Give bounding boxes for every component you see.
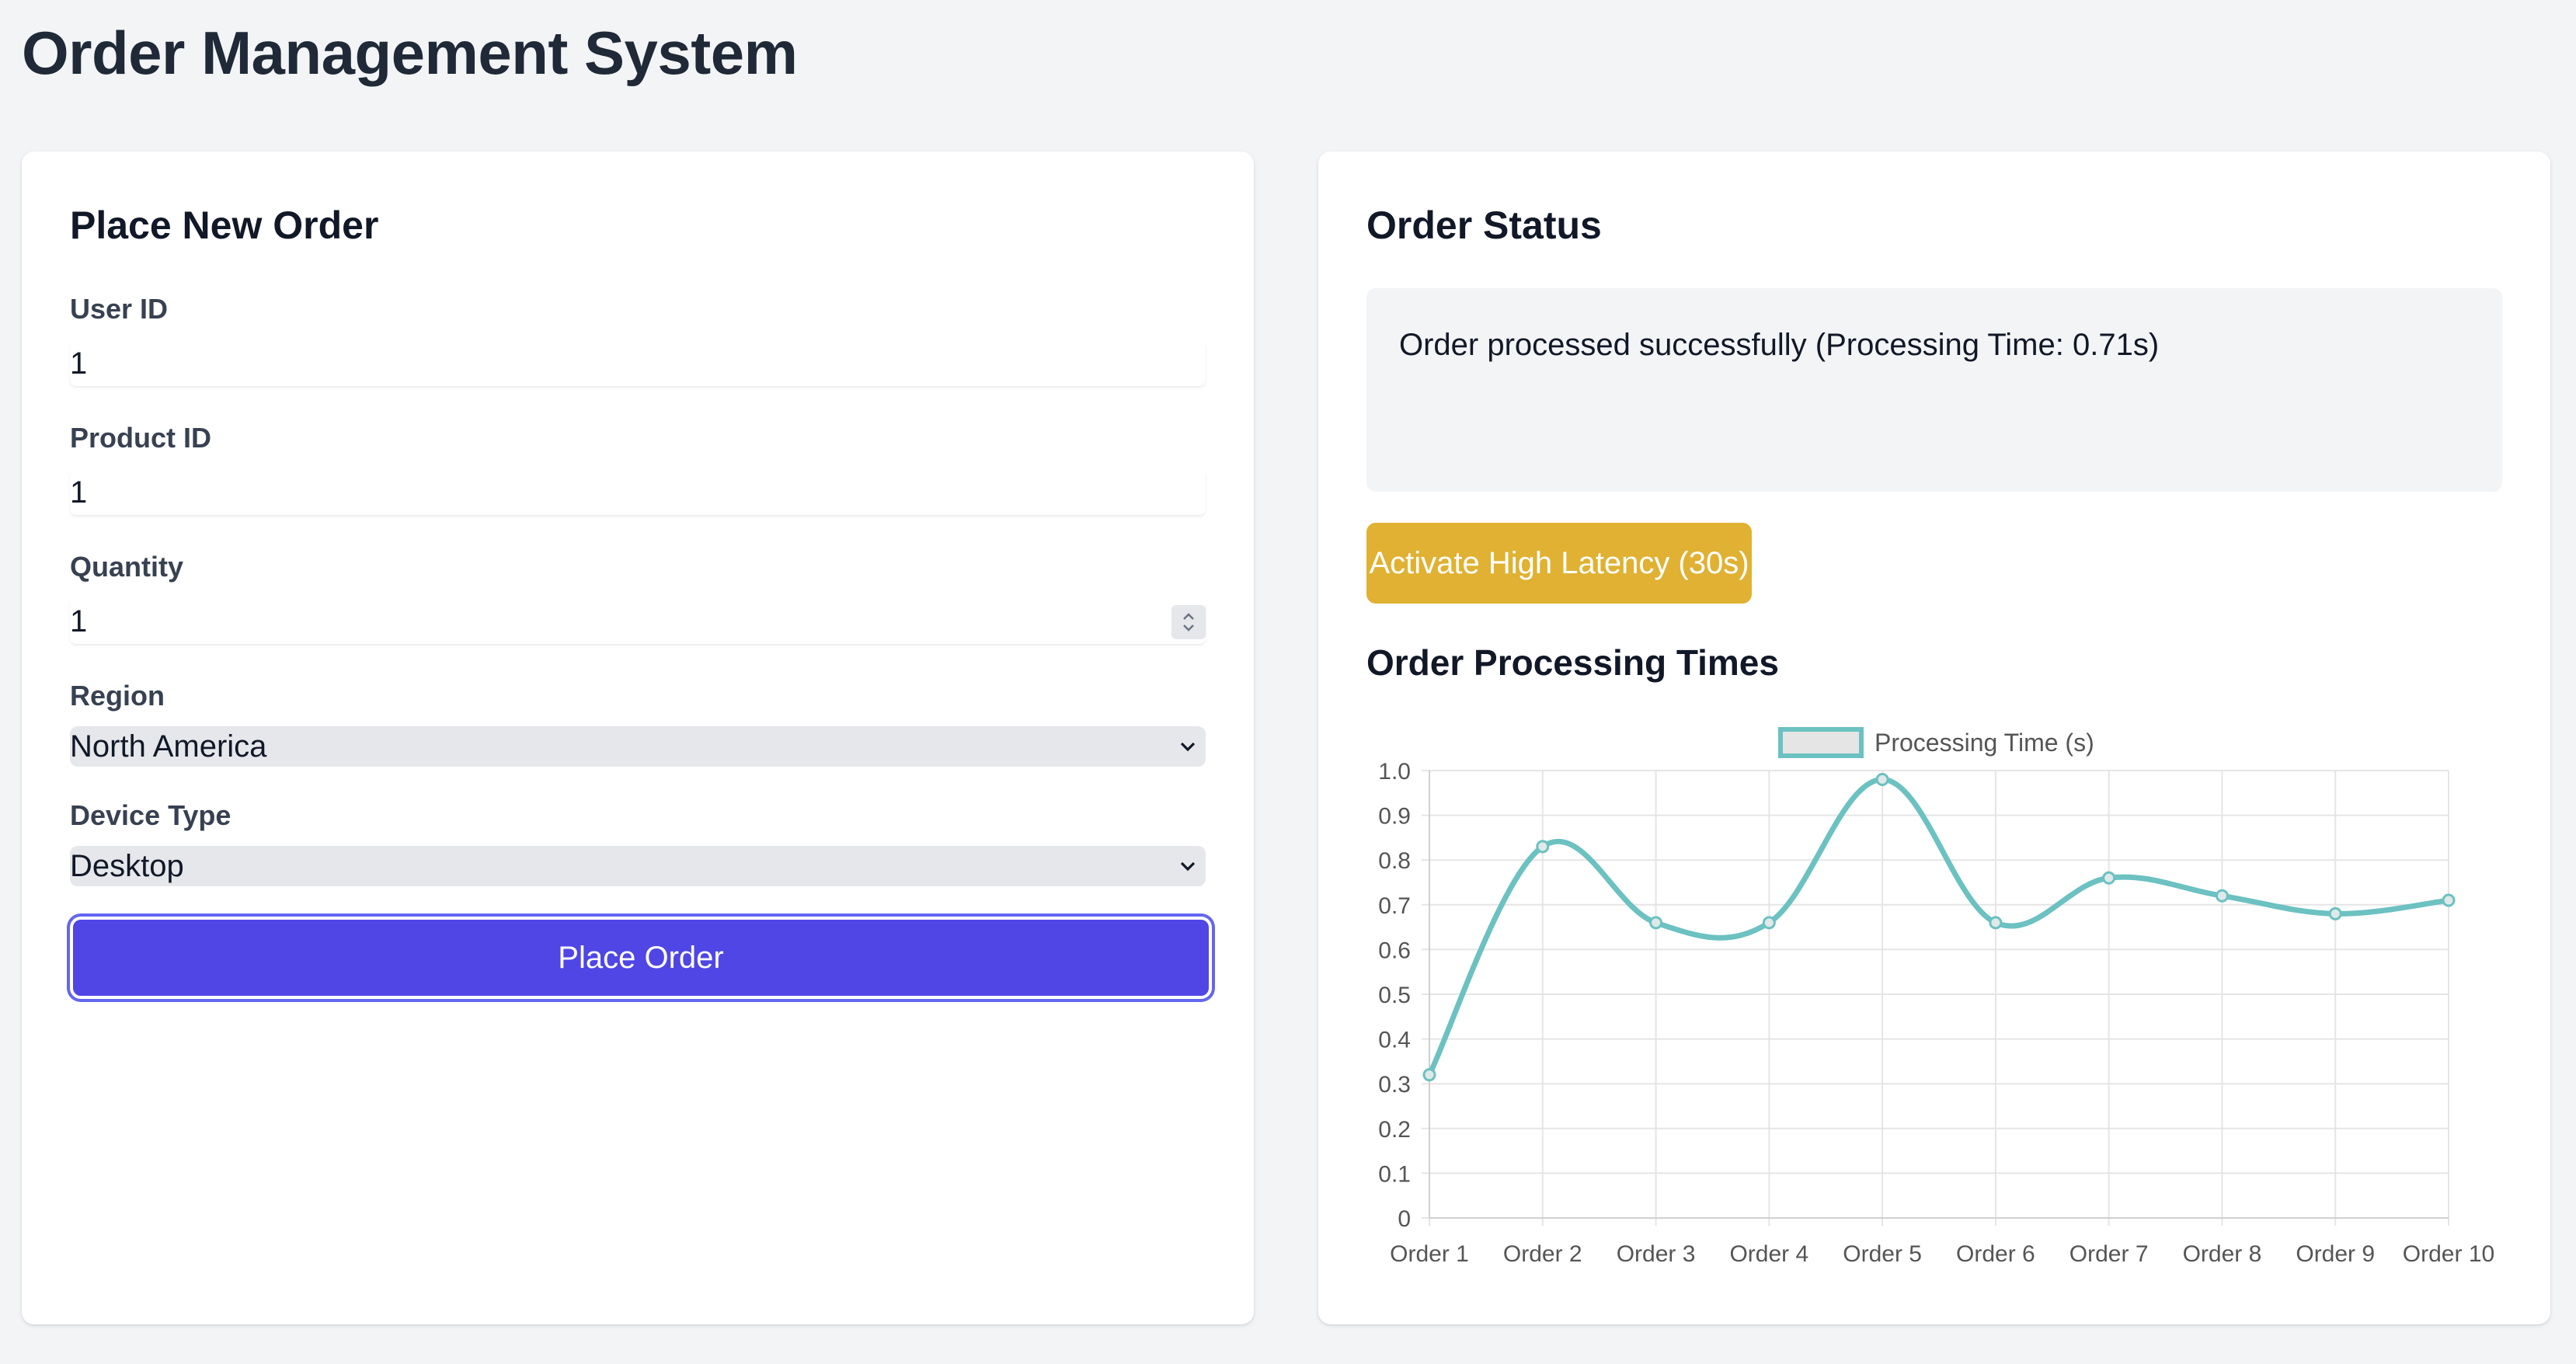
data-point (1762, 916, 1776, 930)
x-tick-label: Order 4 (1729, 1241, 1808, 1267)
y-tick-label: 0.8 (1378, 848, 1411, 874)
quantity-label: Quantity (70, 551, 184, 583)
y-tick-label: 1.0 (1378, 759, 1411, 785)
y-tick-label: 0.3 (1378, 1072, 1411, 1098)
device-type-label: Device Type (70, 799, 231, 831)
y-tick-label: 0.4 (1378, 1028, 1411, 1053)
x-tick-label: Order 9 (2296, 1241, 2375, 1267)
place-order-title: Place New Order (70, 204, 379, 247)
data-point (2328, 906, 2342, 920)
x-tick-label: Order 8 (2183, 1241, 2262, 1267)
quantity-spinner[interactable] (1171, 605, 1206, 639)
order-status-card: Order Status Order processed successfull… (1318, 151, 2550, 1324)
y-tick-label: 0.9 (1378, 804, 1411, 830)
chevron-down-icon (1180, 861, 1196, 872)
user-id-value: 1 (70, 346, 88, 381)
data-point (1989, 916, 2003, 930)
processing-times-chart: 0 0.1 0.2 0.3 0.4 0.5 0.6 0.7 0.8 0.9 1.0 Order 1 Or… (1378, 727, 2494, 1267)
data-point (2442, 893, 2456, 907)
quantity-value: 1 (70, 604, 88, 639)
region-select[interactable]: North America (70, 726, 1206, 767)
x-tick-label: Order 2 (1503, 1241, 1582, 1267)
data-point (1422, 1068, 1436, 1082)
device-type-selected-value: Desktop (70, 849, 184, 883)
spinner-arrows-icon (1183, 613, 1194, 632)
user-id-label: User ID (70, 293, 169, 325)
region-label: Region (70, 680, 165, 712)
page-title: Order Management System (22, 19, 798, 87)
data-point (1875, 773, 1889, 787)
y-tick-label: 0.5 (1378, 983, 1411, 1008)
y-tick-label: 0.7 (1378, 893, 1411, 919)
data-point (2215, 889, 2229, 903)
legend-swatch (1778, 727, 1864, 758)
quantity-stepper[interactable]: 1 (70, 599, 1206, 644)
data-point (1649, 916, 1663, 930)
x-tick-label: Order 6 (1956, 1241, 2035, 1267)
product-id-input[interactable]: 1 (70, 470, 1206, 515)
chevron-down-icon (1180, 742, 1196, 752)
y-tick-label: 0.1 (1378, 1161, 1411, 1187)
product-id-label: Product ID (70, 422, 212, 454)
product-id-value: 1 (70, 475, 88, 510)
x-tick-label: Order 10 (2403, 1241, 2494, 1267)
x-tick-label: Order 1 (1390, 1241, 1469, 1267)
y-tick-label: 0.2 (1378, 1117, 1411, 1143)
data-point (1536, 840, 1550, 854)
data-point (2102, 871, 2116, 885)
device-type-select[interactable]: Desktop (70, 846, 1206, 886)
x-tick-label: Order 5 (1843, 1241, 1922, 1267)
place-order-button[interactable]: Place Order (70, 917, 1212, 999)
y-tick-label: 0 (1398, 1206, 1411, 1232)
x-tick-label: Order 7 (2070, 1241, 2149, 1267)
x-tick-label: Order 3 (1617, 1241, 1696, 1267)
series-line-processing-time (1426, 777, 2449, 1077)
place-order-card: Place New Order User ID 1 Product ID 1 Q… (22, 151, 1254, 1324)
y-tick-label: 0.6 (1378, 938, 1411, 963)
user-id-input[interactable]: 1 (70, 341, 1206, 386)
legend-label: Processing Time (s) (1875, 729, 2094, 757)
region-selected-value: North America (70, 729, 267, 764)
